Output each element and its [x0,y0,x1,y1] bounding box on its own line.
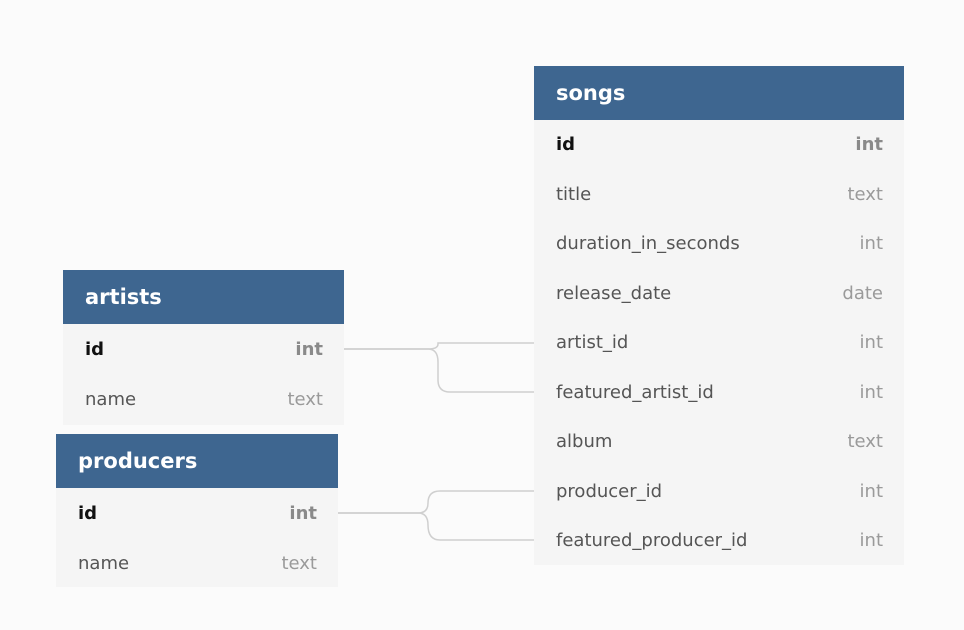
column-name: featured_producer_id [556,530,748,552]
connector-artists-id-to-songs-featured-artist-id [344,348,534,393]
column-row-songs-featured-producer-id[interactable]: featured_producer_id int [534,516,904,566]
column-name: name [85,388,137,410]
column-type: int [859,233,883,255]
column-row-producers-id[interactable]: id int [56,488,338,538]
column-type: text [847,183,883,205]
column-type: date [842,282,883,304]
column-name: name [78,552,130,574]
column-name: featured_artist_id [556,381,714,403]
column-name: id [556,134,576,156]
column-type: text [287,388,323,410]
column-name: release_date [556,282,672,304]
table-header-songs[interactable]: songs [534,66,904,120]
column-type: int [859,332,883,354]
column-type: int [859,381,883,403]
table-header-producers[interactable]: producers [56,434,338,488]
column-row-songs-featured-artist-id[interactable]: featured_artist_id int [534,368,904,418]
column-row-producers-name[interactable]: name text [56,538,338,588]
column-row-songs-id[interactable]: id int [534,120,904,170]
table-producers[interactable]: producers id int name text [56,434,338,587]
column-row-artists-name[interactable]: name text [63,374,344,424]
column-type: text [847,431,883,453]
column-name: artist_id [556,332,629,354]
column-row-songs-title[interactable]: title text [534,170,904,220]
table-columns-artists: id int name text [63,324,344,424]
connector-producers-id-to-songs-featured-producer-id [338,512,534,541]
connector-producers-id-to-songs-producer-id [338,490,534,514]
column-type: int [859,530,883,552]
er-diagram-canvas: songs id int title text duration_in_seconds i… [0,0,964,630]
column-type: text [281,552,317,574]
column-name: album [556,431,613,453]
column-row-songs-album[interactable]: album text [534,417,904,467]
column-row-songs-release-date[interactable]: release_date date [534,269,904,319]
column-type: int [855,134,883,156]
column-row-songs-duration-in-seconds[interactable]: duration_in_seconds int [534,219,904,269]
column-row-songs-producer-id[interactable]: producer_id int [534,467,904,517]
table-header-artists[interactable]: artists [63,270,344,324]
column-type: int [295,338,323,360]
column-name: title [556,183,592,205]
column-name: id [78,502,98,524]
column-name: duration_in_seconds [556,233,740,255]
column-name: id [85,338,105,360]
table-columns-songs: id int title text duration_in_seconds int rele… [534,120,904,566]
connector-artists-id-to-songs-artist-id [344,342,534,350]
table-artists[interactable]: artists id int name text [63,270,344,425]
column-type: int [289,502,317,524]
column-type: int [859,480,883,502]
column-name: producer_id [556,480,663,502]
table-songs[interactable]: songs id int title text duration_in_seconds i… [534,66,904,565]
column-row-songs-artist-id[interactable]: artist_id int [534,318,904,368]
column-row-artists-id[interactable]: id int [63,324,344,374]
table-columns-producers: id int name text [56,488,338,588]
